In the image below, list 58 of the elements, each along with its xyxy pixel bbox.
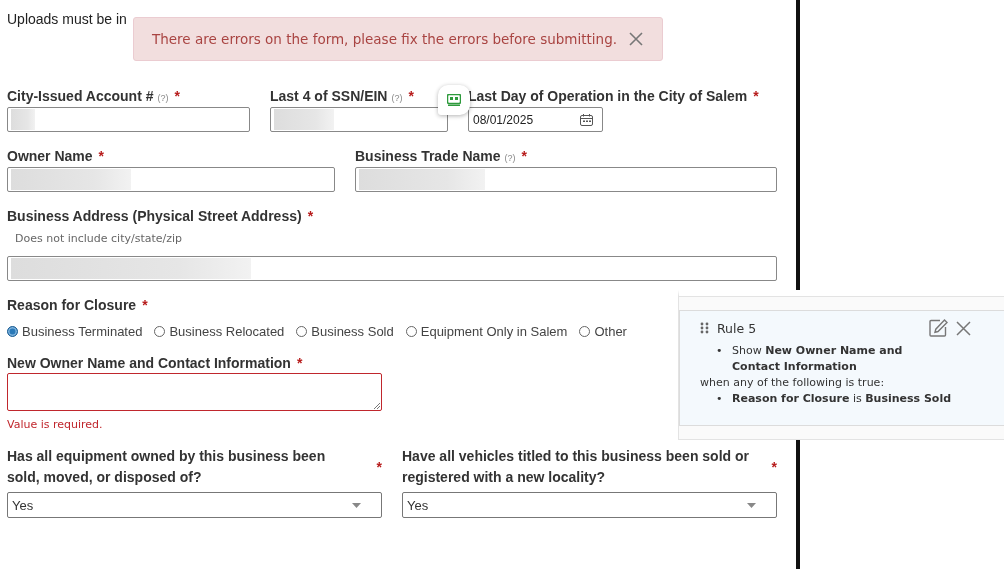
required-label: * xyxy=(174,88,180,104)
caret-icon xyxy=(747,502,756,508)
close-icon[interactable] xyxy=(956,320,971,336)
required-label: * xyxy=(296,355,303,371)
required-label: * xyxy=(98,148,105,164)
rule-condition: Reason for Closure is Business Sold xyxy=(732,391,952,407)
required-label: * xyxy=(376,459,382,475)
radio-option[interactable]: Business Terminated xyxy=(7,324,143,339)
help-marker[interactable]: (?) xyxy=(504,153,516,163)
calendar-icon[interactable] xyxy=(580,113,593,126)
rule-title: Rule 5 xyxy=(717,320,757,336)
resize-grip-icon[interactable] xyxy=(373,402,380,409)
text-field[interactable] xyxy=(270,107,448,132)
text-field[interactable] xyxy=(7,107,250,132)
close-icon[interactable] xyxy=(629,32,644,46)
dropdown[interactable]: Yes xyxy=(402,492,777,518)
field-label: Has all equipment owned by this business been sold, moved, or disposed of? xyxy=(7,447,327,487)
help-marker[interactable]: (?) xyxy=(157,93,169,103)
required-label: * xyxy=(408,88,414,104)
field-label: Owner Name xyxy=(7,148,93,164)
required-label: * xyxy=(521,148,527,164)
field-label: Business Address (Physical Street Address) xyxy=(7,208,302,224)
robot-icon xyxy=(447,94,461,106)
date-value: 08/01/2025 xyxy=(473,112,534,127)
rule-action: Show New Owner Name and Contact Information xyxy=(732,343,904,375)
required-label: * xyxy=(771,459,777,475)
field-label: Business Trade Name xyxy=(355,148,501,164)
required-label: * xyxy=(142,297,148,313)
edit-icon[interactable] xyxy=(929,319,948,337)
field-label: Reason for Closure xyxy=(7,297,137,313)
radio-option[interactable]: Equipment Only in Salem xyxy=(405,324,568,339)
radio-option[interactable]: Business Sold xyxy=(296,324,394,339)
radio-button[interactable] xyxy=(7,326,18,337)
field-label: New Owner Name and Contact Information xyxy=(7,355,291,371)
chat-widget-button[interactable] xyxy=(438,85,470,115)
error-message: Value is required. xyxy=(7,418,104,431)
radio-option[interactable]: Business Relocated xyxy=(154,324,285,339)
radio-option[interactable]: Other xyxy=(579,324,627,339)
field-hint: Does not include city/state/zip xyxy=(14,231,184,247)
help-marker[interactable]: (?) xyxy=(391,93,403,103)
alert-message: There are errors on the form, please fix the errors before submitting. xyxy=(152,31,618,47)
bullet-mark: • xyxy=(716,391,724,407)
caret-icon xyxy=(352,502,361,508)
rule-condition-intro: when any of the following is true: xyxy=(700,375,886,391)
field-label: Last 4 of SSN/EIN xyxy=(270,88,388,104)
dropdown[interactable]: Yes xyxy=(7,492,382,518)
text-field[interactable] xyxy=(7,167,335,192)
field-label: Have all vehicles titled to this business been sold or registered with a new locality? xyxy=(402,447,750,487)
text-area[interactable] xyxy=(7,373,382,411)
required-label: * xyxy=(307,208,314,224)
bullet-mark: • xyxy=(716,343,724,359)
drag-handle-icon[interactable] xyxy=(700,322,709,334)
upload-notice: Uploads must be in xyxy=(7,11,128,27)
field-label: City-Issued Account # xyxy=(7,88,154,104)
text-field[interactable] xyxy=(355,167,777,192)
text-field[interactable] xyxy=(7,256,777,281)
date-field[interactable]: 08/01/2025 xyxy=(468,107,603,132)
required-label: * xyxy=(753,88,759,104)
